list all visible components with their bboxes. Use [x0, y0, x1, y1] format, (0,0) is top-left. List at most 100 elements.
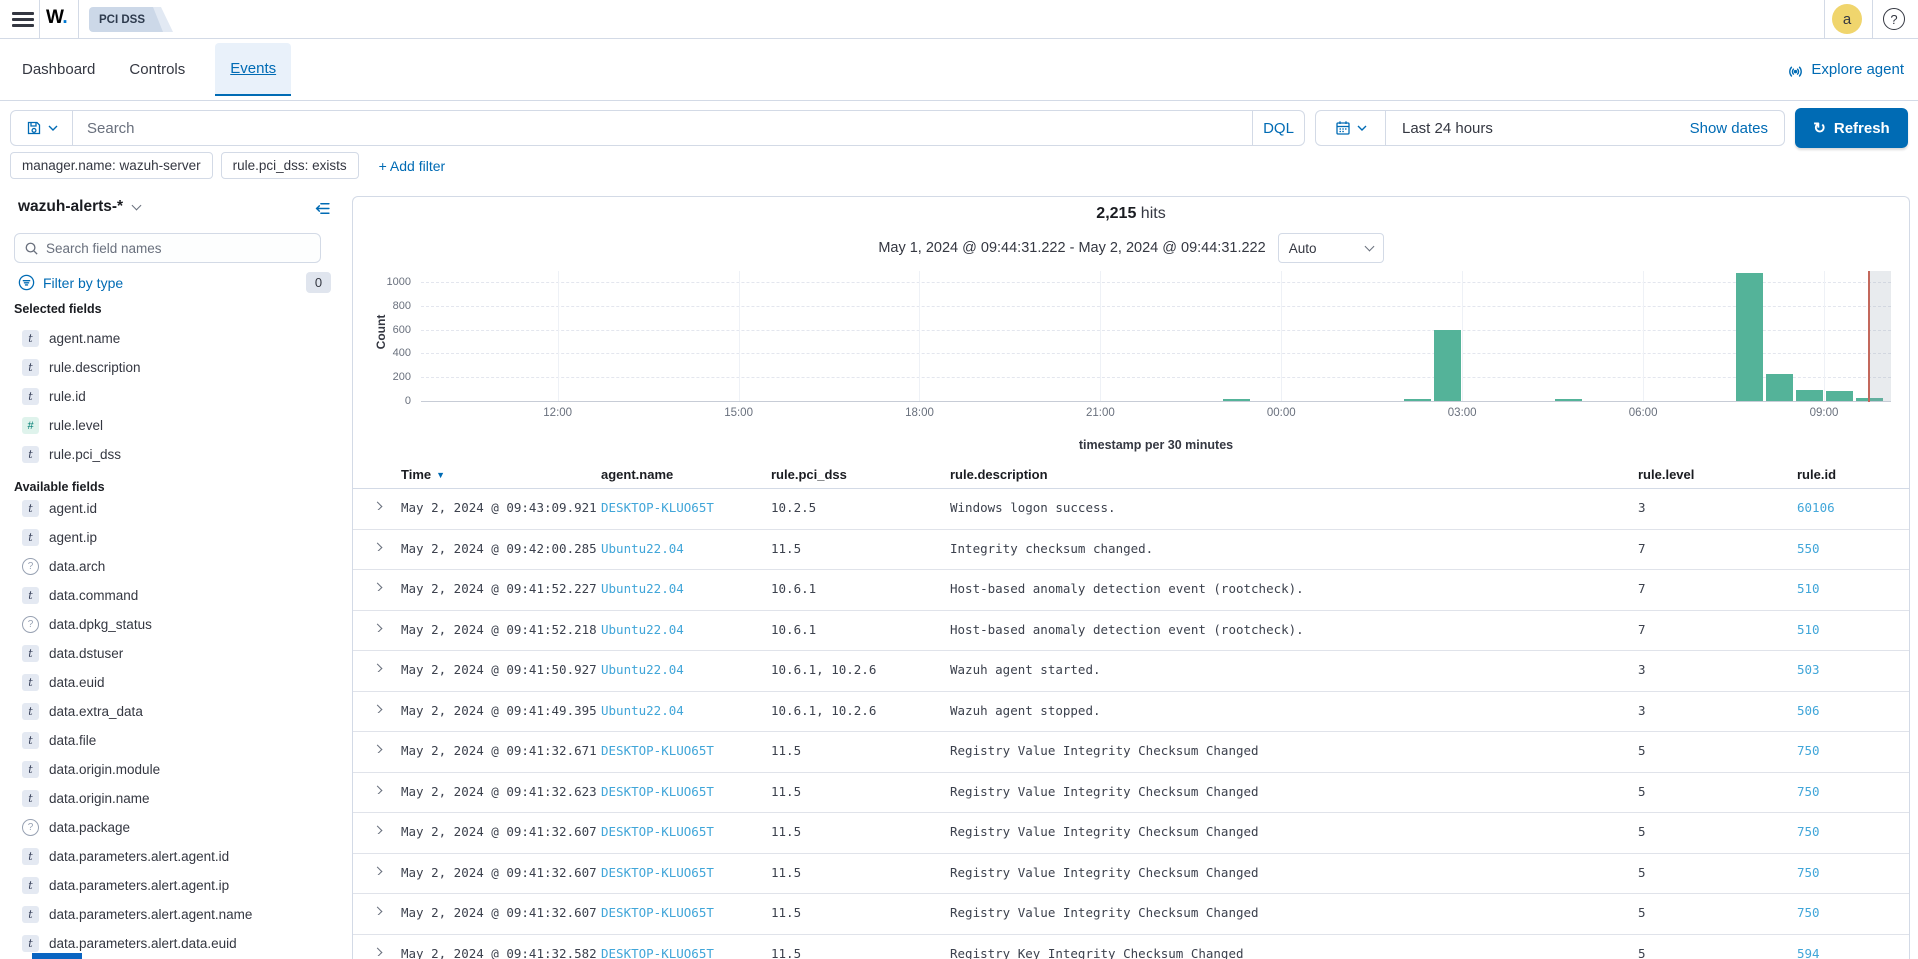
agent-name-link[interactable]: DESKTOP-KLUO65T — [601, 946, 714, 959]
field-item[interactable]: #rule.level — [0, 411, 345, 440]
breadcrumb-pci-dss[interactable]: PCI DSS — [89, 7, 163, 32]
agent-name-link[interactable]: DESKTOP-KLUO65T — [601, 743, 714, 758]
agent-name-link[interactable]: DESKTOP-KLUO65T — [601, 905, 714, 920]
field-item[interactable]: tdata.origin.module — [0, 755, 345, 784]
agent-name-link[interactable]: Ubuntu22.04 — [601, 581, 684, 596]
field-item[interactable]: tdata.euid — [0, 668, 345, 697]
expand-row-button[interactable] — [353, 732, 401, 753]
histogram-bar[interactable] — [1736, 273, 1763, 401]
field-item[interactable]: tdata.parameters.alert.agent.name — [0, 900, 345, 929]
time-range-value[interactable]: Last 24 hours — [1386, 120, 1690, 137]
field-item[interactable]: tagent.ip — [0, 523, 345, 552]
histogram-bar[interactable] — [1434, 330, 1461, 401]
filter-pill[interactable]: rule.pci_dss: exists — [221, 152, 359, 179]
add-filter-button[interactable]: + Add filter — [379, 158, 446, 174]
field-item[interactable]: tagent.id — [0, 494, 345, 523]
column-header-rule-id[interactable]: rule.id — [1797, 467, 1909, 482]
histogram-bar[interactable] — [1826, 391, 1853, 401]
collapse-fields-icon[interactable] — [314, 200, 331, 217]
histogram-bar[interactable] — [1223, 399, 1250, 401]
index-pattern-selector[interactable]: wazuh-alerts-* — [18, 198, 140, 216]
interval-select[interactable]: Auto — [1278, 233, 1384, 263]
expand-row-button[interactable] — [353, 530, 401, 551]
expand-row-button[interactable] — [353, 692, 401, 713]
help-icon[interactable]: ? — [1883, 8, 1905, 30]
expand-row-button[interactable] — [353, 611, 401, 632]
wazuh-logo[interactable]: W. — [46, 7, 67, 29]
expand-row-button[interactable] — [353, 489, 401, 510]
field-item[interactable]: tdata.parameters.alert.agent.ip — [0, 871, 345, 900]
agent-name-link[interactable]: DESKTOP-KLUO65T — [601, 865, 714, 880]
rule-id-link[interactable]: 750 — [1797, 865, 1820, 880]
agent-name-link[interactable]: Ubuntu22.04 — [601, 703, 684, 718]
rule-id-link[interactable]: 60106 — [1797, 500, 1835, 515]
expand-row-button[interactable] — [353, 935, 401, 956]
rule-id-link[interactable]: 506 — [1797, 703, 1820, 718]
field-item[interactable]: ?data.package — [0, 813, 345, 842]
column-header-rule-description[interactable]: rule.description — [950, 467, 1638, 482]
chevron-right-icon — [372, 704, 382, 712]
histogram-bar[interactable] — [1796, 390, 1823, 401]
rule-id-link[interactable]: 550 — [1797, 541, 1820, 556]
tab-events[interactable]: Events — [215, 43, 291, 96]
expand-row-button[interactable] — [353, 651, 401, 672]
quick-select-button[interactable] — [1316, 111, 1386, 145]
chevron-right-icon — [372, 583, 382, 591]
saved-queries-button[interactable] — [11, 111, 73, 145]
field-item[interactable]: tdata.extra_data — [0, 697, 345, 726]
cell-rule-pci-dss: 11.5 — [771, 894, 950, 920]
histogram-bar[interactable] — [1766, 374, 1793, 401]
histogram-bar[interactable] — [1555, 399, 1582, 401]
expand-row-button[interactable] — [353, 894, 401, 915]
field-item[interactable]: trule.description — [0, 353, 345, 382]
rule-id-link[interactable]: 510 — [1797, 622, 1820, 637]
rule-id-link[interactable]: 750 — [1797, 784, 1820, 799]
field-item[interactable]: tdata.parameters.alert.agent.id — [0, 842, 345, 871]
field-item[interactable]: ?data.dpkg_status — [0, 610, 345, 639]
field-item[interactable]: tagent.name — [0, 324, 345, 353]
field-item[interactable]: tdata.origin.name — [0, 784, 345, 813]
expand-row-button[interactable] — [353, 854, 401, 875]
filter-by-type-button[interactable]: Filter by type 0 — [18, 272, 331, 293]
agent-name-link[interactable]: DESKTOP-KLUO65T — [601, 500, 714, 515]
field-search-input[interactable] — [46, 241, 311, 256]
y-axis-tick: 800 — [359, 300, 411, 312]
hamburger-menu-icon[interactable] — [12, 9, 34, 29]
field-item[interactable]: trule.id — [0, 382, 345, 411]
expand-row-button[interactable] — [353, 773, 401, 794]
field-item[interactable]: tdata.command — [0, 581, 345, 610]
rule-id-link[interactable]: 510 — [1797, 581, 1820, 596]
rule-id-link[interactable]: 503 — [1797, 662, 1820, 677]
agent-name-link[interactable]: Ubuntu22.04 — [601, 541, 684, 556]
user-avatar[interactable]: a — [1832, 4, 1862, 34]
agent-name-link[interactable]: DESKTOP-KLUO65T — [601, 824, 714, 839]
column-header-time[interactable]: Time▼ — [401, 467, 601, 482]
agent-name-link[interactable]: Ubuntu22.04 — [601, 622, 684, 637]
field-item[interactable]: tdata.file — [0, 726, 345, 755]
search-input[interactable] — [73, 111, 1252, 145]
field-item[interactable]: tdata.dstuser — [0, 639, 345, 668]
show-dates-button[interactable]: Show dates — [1690, 120, 1784, 137]
tab-controls[interactable]: Controls — [125, 44, 189, 95]
expand-row-button[interactable] — [353, 570, 401, 591]
expand-row-button[interactable] — [353, 813, 401, 834]
histogram-bar[interactable] — [1404, 399, 1431, 401]
field-item[interactable]: trule.pci_dss — [0, 440, 345, 469]
agent-name-link[interactable]: DESKTOP-KLUO65T — [601, 784, 714, 799]
agent-name-link[interactable]: Ubuntu22.04 — [601, 662, 684, 677]
rule-id-link[interactable]: 750 — [1797, 824, 1820, 839]
query-language-button[interactable]: DQL — [1252, 111, 1304, 145]
tab-dashboard[interactable]: Dashboard — [18, 44, 99, 95]
rule-id-link[interactable]: 594 — [1797, 946, 1820, 959]
column-header-rule-level[interactable]: rule.level — [1638, 467, 1797, 482]
refresh-button[interactable]: ↻ Refresh — [1795, 108, 1908, 148]
column-header-agent-name[interactable]: agent.name — [601, 467, 771, 482]
filter-pill[interactable]: manager.name: wazuh-server — [10, 152, 213, 179]
cell-rule-description: Windows logon success. — [950, 489, 1638, 515]
cell-time: May 2, 2024 @ 09:41:32.623 — [401, 773, 601, 799]
rule-id-link[interactable]: 750 — [1797, 743, 1820, 758]
field-item[interactable]: ?data.arch — [0, 552, 345, 581]
explore-agent-link[interactable]: Explore agent — [1787, 39, 1904, 100]
column-header-rule-pci-dss[interactable]: rule.pci_dss — [771, 467, 950, 482]
rule-id-link[interactable]: 750 — [1797, 905, 1820, 920]
